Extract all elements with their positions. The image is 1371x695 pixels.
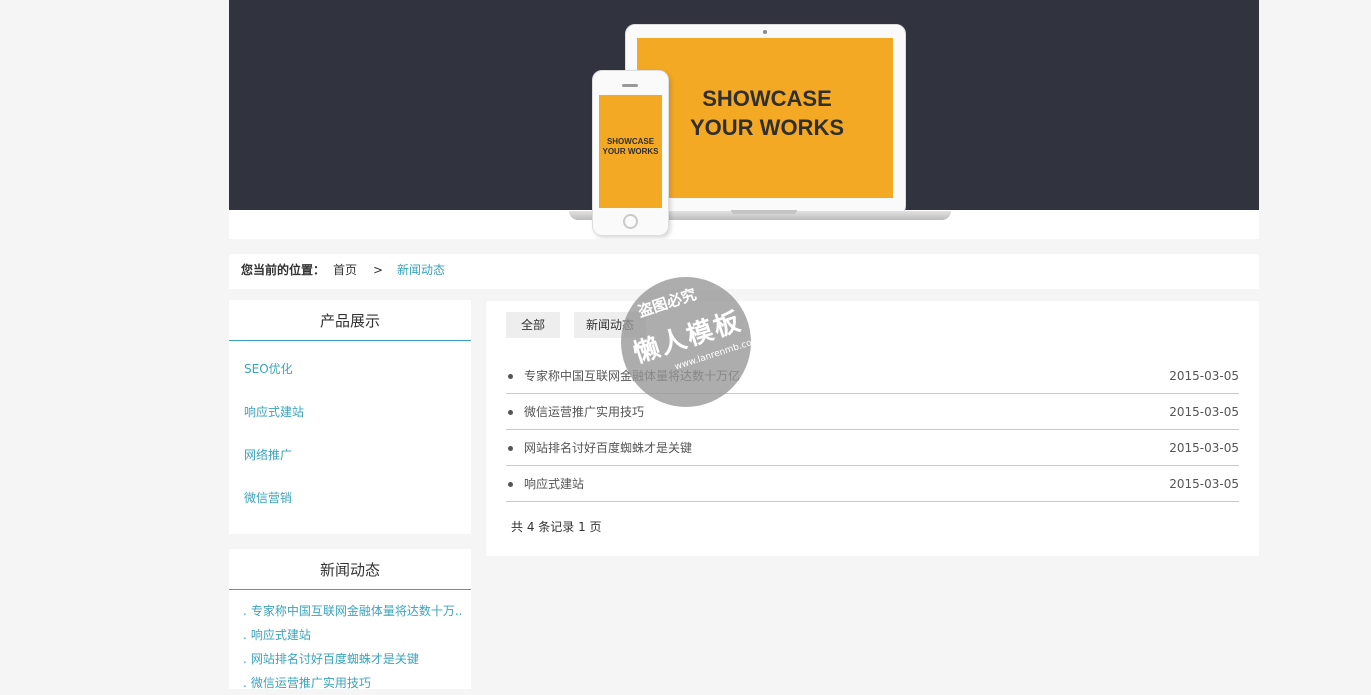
sidebar-news-link[interactable]: 网站排名讨好百度蜘蛛才是关键: [251, 652, 419, 666]
article-list: 专家称中国互联网金融体量将达数十万亿 2015-03-05 微信运营推广实用技巧…: [506, 358, 1239, 502]
bullet-icon: [508, 446, 513, 451]
phone-headline-line1: SHOWCASE: [606, 137, 655, 146]
laptop-headline-line1: SHOWCASE: [702, 86, 832, 111]
article-date: 2015-03-05: [1169, 477, 1239, 491]
laptop-headline: SHOWCASE YOUR WORKS: [677, 84, 857, 142]
list-item: . 响应式建站: [229, 623, 471, 647]
phone-speaker-icon: [622, 84, 638, 87]
bullet-icon: .: [243, 628, 247, 642]
phone-illustration: SHOWCASE YOUR WORKS: [592, 70, 669, 236]
sidebar-products-title: 产品展示: [229, 300, 471, 341]
sidebar-item-wechat-marketing[interactable]: 微信营销: [244, 491, 292, 505]
phone-headline-line2: YOUR WORKS: [602, 147, 659, 156]
bullet-icon: .: [243, 676, 247, 690]
article-title-link[interactable]: 微信运营推广实用技巧: [524, 394, 644, 430]
tab-all[interactable]: 全部: [506, 312, 560, 338]
list-item: . 微信运营推广实用技巧: [229, 671, 471, 695]
sidebar-news-link[interactable]: 响应式建站: [251, 628, 311, 642]
list-item: 专家称中国互联网金融体量将达数十万亿 2015-03-05: [506, 358, 1239, 394]
laptop-headline-line2: YOUR WORKS: [690, 115, 844, 140]
list-item: . 专家称中国互联网金融体量将达数十万..: [229, 599, 471, 623]
phone-headline: SHOWCASE YOUR WORKS: [599, 137, 662, 157]
article-date: 2015-03-05: [1169, 369, 1239, 383]
bullet-icon: .: [243, 652, 247, 666]
breadcrumb-separator: >: [373, 263, 384, 277]
list-item: 微信运营推广实用技巧 2015-03-05: [506, 394, 1239, 430]
breadcrumb-label: 您当前的位置：: [241, 263, 326, 277]
sidebar-products-list: SEO优化 响应式建站 网络推广 微信营销: [229, 341, 471, 513]
breadcrumb-home-link[interactable]: 首页: [333, 254, 357, 287]
sidebar-item-seo[interactable]: SEO优化: [244, 362, 293, 376]
bullet-icon: .: [243, 604, 247, 618]
article-title-link[interactable]: 网站排名讨好百度蜘蛛才是关键: [524, 430, 692, 466]
list-item: 响应式建站 2015-03-05: [506, 466, 1239, 502]
phone-home-button-icon: [623, 214, 638, 229]
pagination-info: 共 4 条记录 1 页: [511, 520, 602, 534]
bullet-icon: [508, 374, 513, 379]
list-item: 微信营销: [229, 470, 471, 513]
laptop-camera-icon: [763, 30, 767, 34]
laptop-notch: [731, 210, 797, 214]
breadcrumb-current-link[interactable]: 新闻动态: [397, 254, 445, 287]
sidebar-item-web-promotion[interactable]: 网络推广: [244, 448, 292, 462]
sidebar-news-box: 新闻动态 . 专家称中国互联网金融体量将达数十万.. . 响应式建站 . 网站排名讨好…: [229, 549, 471, 690]
watermark-stamp: 盗图必究 懒人模板 www.lanrenmb.com: [621, 277, 751, 407]
article-date: 2015-03-05: [1169, 405, 1239, 419]
article-date: 2015-03-05: [1169, 441, 1239, 455]
bullet-icon: [508, 482, 513, 487]
list-item: . 网站排名讨好百度蜘蛛才是关键: [229, 647, 471, 671]
sidebar-products-box: 产品展示 SEO优化 响应式建站 网络推广 微信营销: [229, 300, 471, 534]
list-item: 响应式建站: [229, 384, 471, 427]
list-item: SEO优化: [229, 341, 471, 384]
sidebar-news-title: 新闻动态: [229, 549, 471, 590]
sidebar-item-responsive-site[interactable]: 响应式建站: [244, 405, 304, 419]
bullet-icon: [508, 410, 513, 415]
breadcrumb: 您当前的位置： 首页 > 新闻动态: [229, 254, 1259, 289]
phone-screen: SHOWCASE YOUR WORKS: [599, 95, 662, 208]
sidebar-news-link[interactable]: 微信运营推广实用技巧: [251, 676, 371, 690]
main-content: 全部 新闻动态 专家称中国互联网金融体量将达数十万亿 2015-03-05 微信…: [486, 301, 1259, 556]
hero-banner: SHOWCASE YOUR WORKS SHOWCASE YOUR WORKS: [229, 0, 1259, 239]
list-item: 网络推广: [229, 427, 471, 470]
laptop-screen: SHOWCASE YOUR WORKS: [637, 38, 893, 198]
sidebar-news-link[interactable]: 专家称中国互联网金融体量将达数十万..: [251, 604, 463, 618]
list-item: 网站排名讨好百度蜘蛛才是关键 2015-03-05: [506, 430, 1239, 466]
sidebar-news-list: . 专家称中国互联网金融体量将达数十万.. . 响应式建站 . 网站排名讨好百度蜘蛛才…: [229, 590, 471, 695]
article-title-link[interactable]: 响应式建站: [524, 466, 584, 502]
